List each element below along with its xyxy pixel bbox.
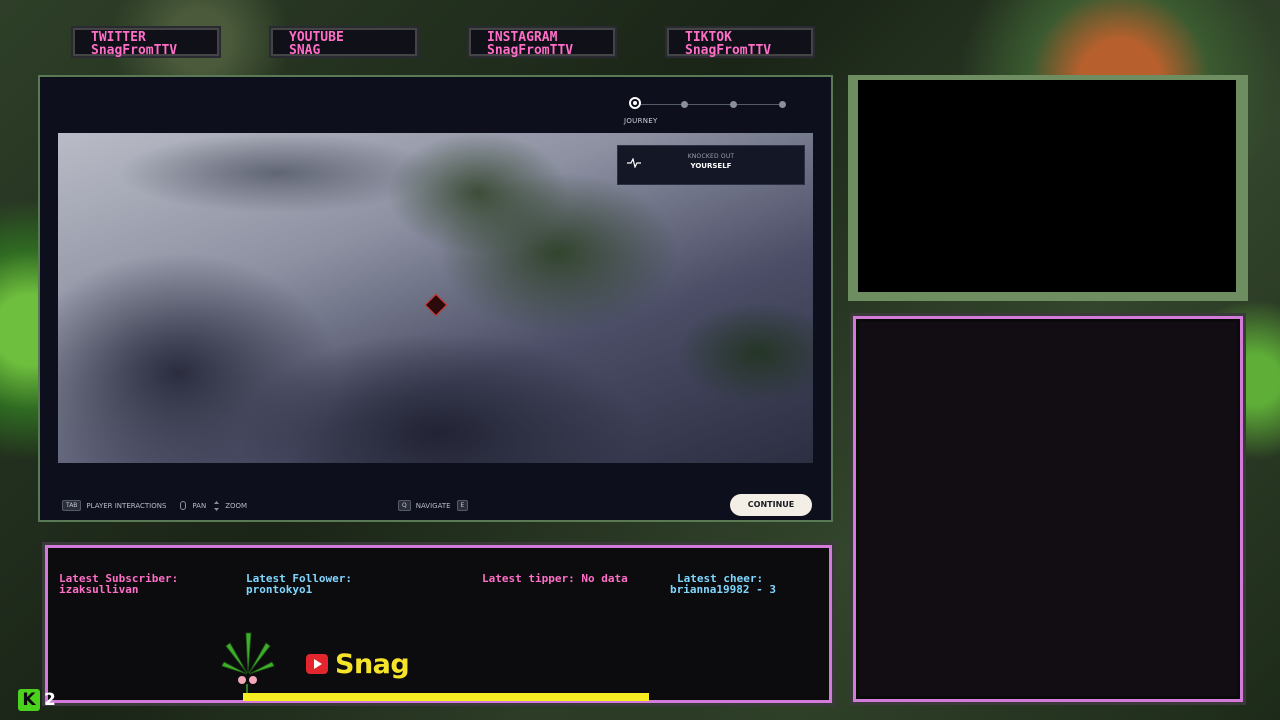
journey-step[interactable] [779,101,786,108]
player-interactions-hint[interactable]: PLAYER INTERACTIONS [86,502,166,510]
tiktok-handle: SnagFromTTV [685,43,772,58]
twitter-badge: TWITTER SnagFromTTV [71,26,221,58]
youtube-handle: SNAG [289,43,321,58]
youtube-badge: YOUTUBE SNAG [269,26,419,58]
journey-track [636,104,784,105]
latest-tipper-label: Latest tipper: No data [482,572,628,585]
journey-label: JOURNEY [624,117,658,125]
continue-button[interactable]: CONTINUE [730,494,812,516]
player-marker-icon[interactable] [424,293,448,317]
knockout-subject: YOURSELF [690,162,732,170]
journey-progress: JOURNEY [624,95,804,135]
latest-follower-value: prontokyo1 [246,583,313,596]
journey-step[interactable] [730,101,737,108]
navigate-label: NAVIGATE [415,501,451,510]
webcam-feed [858,80,1236,292]
latest-cheer-value: brianna19982 - 3 [670,583,776,596]
e-key[interactable]: E [456,500,469,511]
leaf-mascot-icon [221,632,275,696]
journey-step-current[interactable] [629,97,641,109]
control-hints: TAB PLAYER INTERACTIONS PAN ZOOM [62,500,261,511]
navigate-hints: Q NAVIGATE E [398,500,473,511]
tab-key: TAB [62,500,82,511]
journey-step[interactable] [681,101,688,108]
knockout-card: KNOCKED OUT YOURSELF [617,145,805,185]
twitter-handle: SnagFromTTV [91,43,178,58]
latest-tipper: Latest tipper: No data [482,573,628,584]
youtube-logo-icon [306,654,328,674]
kick-viewer-count: 2 [44,690,56,710]
knockout-title: KNOCKED OUT [687,153,735,160]
kick-icon: K [18,689,40,711]
zoom-hint: ZOOM [225,501,248,510]
instagram-handle: SnagFromTTV [487,43,574,58]
tiktok-badge: TIKTOK SnagFromTTV [665,26,815,58]
pan-hint: PAN [192,501,207,510]
latest-follower: Latest Follower: prontokyo1 [246,573,352,595]
stream-info-bar: Latest Subscriber: izaksullivan Latest F… [45,545,832,703]
webcam-frame [848,75,1248,301]
game-capture: JOURNEY KNOCKED OUT YOURSELF TAB PLAYER … [38,75,833,522]
streamer-name: Snag [335,649,410,680]
goal-progress-bar [243,693,649,701]
chat-panel [853,316,1243,702]
latest-subscriber-value: izaksullivan [59,583,139,596]
latest-subscriber: Latest Subscriber: izaksullivan [59,573,178,595]
mouse-icon [180,501,187,510]
q-key[interactable]: Q [398,500,411,511]
latest-cheer: Latest cheer: brianna19982 - 3 [670,573,776,595]
scroll-icon [214,500,220,511]
instagram-badge: INSTAGRAM SnagFromTTV [467,26,617,58]
